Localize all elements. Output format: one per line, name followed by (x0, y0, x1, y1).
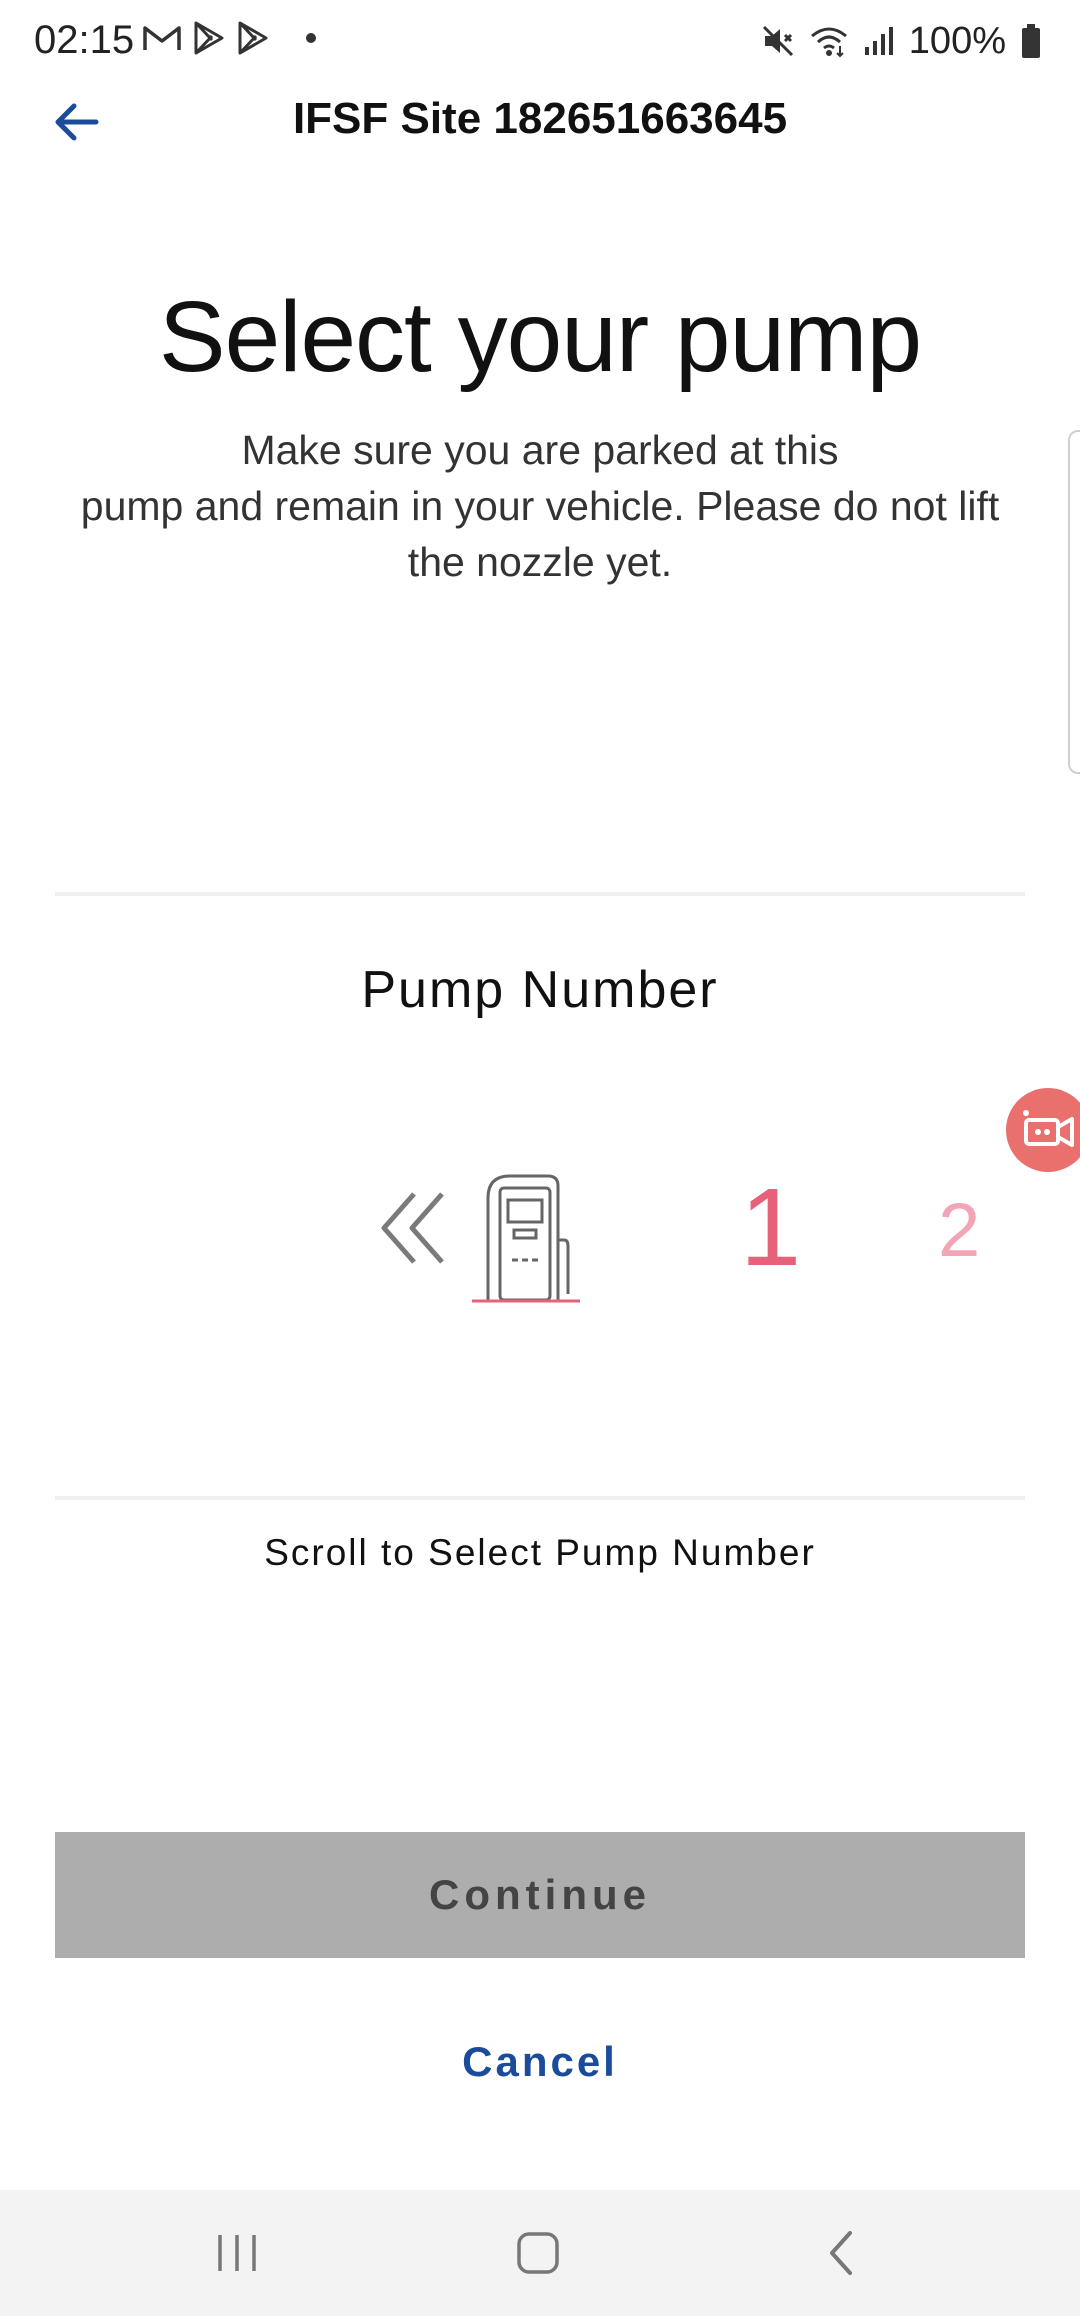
home-button[interactable] (506, 2228, 570, 2278)
recent-apps-icon (218, 2235, 256, 2271)
play-store-icon (194, 21, 224, 55)
pump-number-picker[interactable]: 1 2 (0, 1150, 1080, 1310)
mute-icon (762, 25, 793, 57)
status-time: 02:15 (34, 18, 135, 62)
back-nav-button[interactable] (810, 2228, 874, 2278)
cancel-button[interactable]: Cancel (0, 2038, 1080, 2086)
divider (55, 1496, 1025, 1500)
continue-button[interactable]: Continue (55, 1832, 1025, 1958)
instructions-line: Make sure you are parked at this (241, 427, 839, 473)
home-icon (517, 2232, 559, 2274)
video-camera-icon (1023, 1110, 1074, 1147)
fuel-pump-icon (468, 1168, 584, 1309)
app-bar: IFSF Site 182651663645 (0, 80, 1080, 164)
headline: Select your pump (158, 281, 922, 393)
double-chevron-left-icon[interactable] (378, 1190, 450, 1271)
play-store-icon (238, 21, 268, 55)
instructions-text: Make sure you are parked at this pump an… (56, 422, 1024, 590)
pump-number-option[interactable]: 2 (938, 1186, 980, 1276)
battery-icon (1022, 24, 1040, 58)
instructions-line: the nozzle yet. (407, 539, 673, 585)
system-icons: 100% (761, 18, 1042, 64)
instructions-line: pump and remain in your vehicle. Please … (80, 483, 1000, 529)
battery-percent: 100% (908, 20, 1006, 62)
notification-icons (142, 20, 316, 56)
pump-number-selected[interactable]: 1 (740, 1168, 801, 1288)
status-bar: 02:15 100% (0, 0, 1080, 80)
pump-number-label: Pump Number (361, 961, 719, 1019)
system-navigation-bar (0, 2190, 1080, 2316)
recent-apps-button[interactable] (205, 2228, 269, 2278)
gmail-icon (143, 26, 181, 50)
edge-panel-handle[interactable] (1068, 430, 1080, 774)
scroll-hint: Scroll to Select Pump Number (264, 1532, 816, 1573)
wifi-icon (810, 27, 847, 58)
divider (55, 892, 1025, 896)
chevron-left-icon (830, 2231, 852, 2275)
signal-icon (864, 27, 893, 55)
notification-dot (306, 33, 316, 43)
page-title: IFSF Site 182651663645 (292, 94, 788, 143)
